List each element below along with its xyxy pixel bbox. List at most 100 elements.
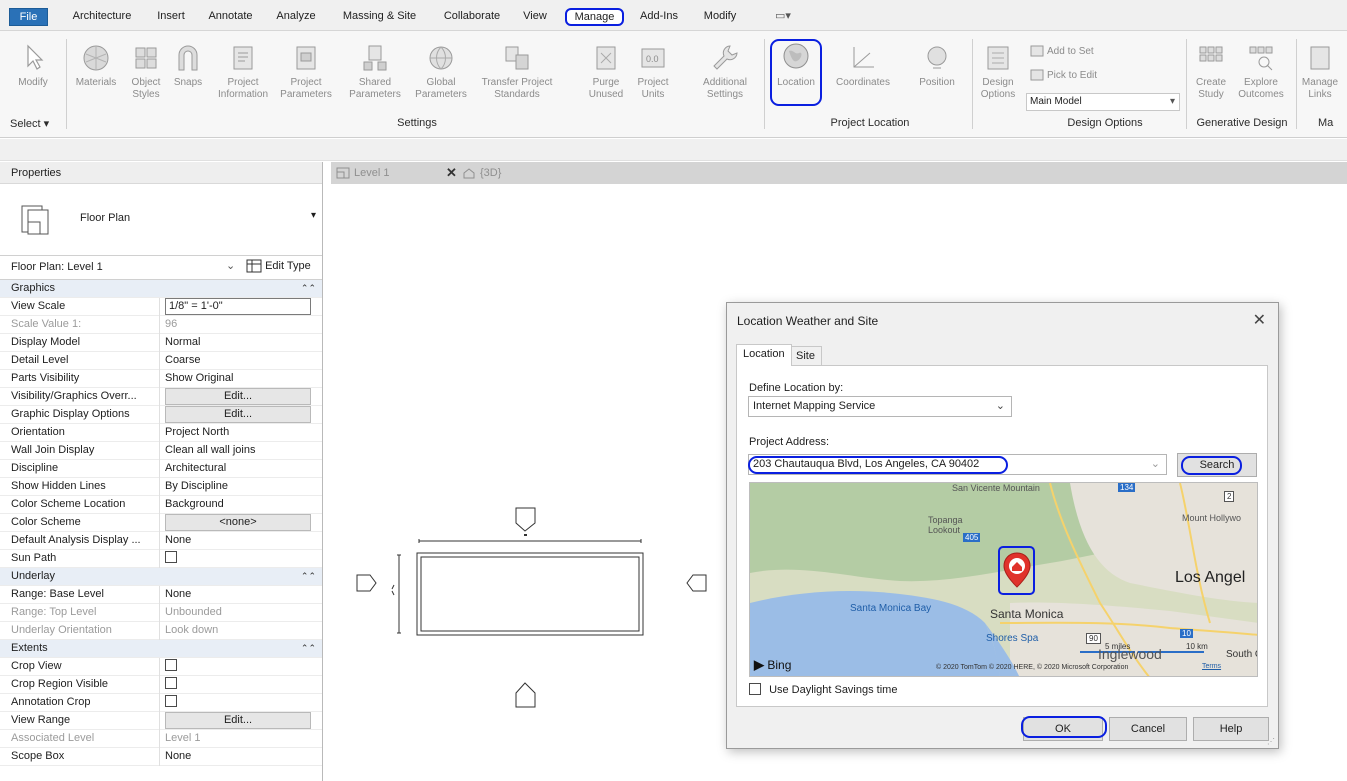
project-parameters-button[interactable]: Project Parameters [278,43,334,101]
tab-location[interactable]: Location [736,344,792,366]
property-row-range-top-level[interactable]: Range: Top Level Unbounded [0,604,322,622]
tab-3d[interactable]: {3D} [462,162,542,184]
collapse-chevron-icon[interactable]: ⌃⌃ [301,568,316,585]
category-extents[interactable]: Extents ⌃⌃ [0,640,322,658]
property-value[interactable]: By Discipline [165,478,311,495]
instance-dropdown-chevron-icon[interactable]: ⌄ [226,259,235,272]
tab-collaborate[interactable]: Collaborate [437,8,507,26]
tab-view[interactable]: View [518,8,552,26]
property-row-underlay-orientation[interactable]: Underlay Orientation Look down [0,622,322,640]
tab-manage[interactable]: Manage [565,8,624,26]
collapse-chevron-icon[interactable]: ⌃⌃ [301,280,316,297]
property-checkbox[interactable] [165,676,311,693]
explore-outcomes-button[interactable]: Explore Outcomes [1236,43,1286,101]
object-styles-button[interactable]: Object Styles [126,43,166,101]
position-button[interactable]: Position [908,43,966,89]
main-model-dropdown[interactable]: Main Model ▾ [1026,93,1180,111]
modify-button[interactable]: Modify [14,43,52,89]
property-row-scope-box[interactable]: Scope Box None [0,748,322,766]
property-row-display-model[interactable]: Display Model Normal [0,334,322,352]
coordinates-button[interactable]: Coordinates [828,43,898,89]
property-row-discipline[interactable]: Discipline Architectural [0,460,322,478]
tab-add-ins[interactable]: Add-Ins [634,8,684,26]
add-to-set-button[interactable]: Add to Set [1030,45,1094,59]
create-study-button[interactable]: Create Study [1190,43,1232,101]
tab-file[interactable]: File [9,8,48,26]
property-row-orientation[interactable]: Orientation Project North [0,424,322,442]
elevation-marker-east[interactable] [686,574,707,592]
purge-unused-button[interactable]: Purge Unused [584,43,628,101]
close-tab-icon[interactable]: ✕ [446,162,457,184]
property-row-visibility-graphics-overr[interactable]: Visibility/Graphics Overr... Edit... [0,388,322,406]
wall-outline-outer[interactable] [416,552,644,636]
property-checkbox[interactable] [165,694,311,711]
cancel-button[interactable]: Cancel [1109,717,1187,741]
property-row-associated-level[interactable]: Associated Level Level 1 [0,730,322,748]
property-row-wall-join-display[interactable]: Wall Join Display Clean all wall joins [0,442,322,460]
elevation-marker-south[interactable] [515,682,536,708]
property-row-range-base-level[interactable]: Range: Base Level None [0,586,322,604]
shared-parameters-button[interactable]: Shared Parameters [344,43,406,101]
edit-button[interactable]: Edit... [165,712,311,729]
wall-outline-inner[interactable] [420,556,640,632]
design-options-button[interactable]: Design Options [976,43,1020,101]
property-value[interactable]: None [165,532,311,549]
tab-modify[interactable]: Modify [696,8,744,26]
property-input[interactable]: 1/8" = 1'-0" [165,298,311,315]
resize-grip-icon[interactable]: ⋰ [1267,737,1275,746]
edit-button[interactable]: Edit... [165,388,311,405]
property-value[interactable]: Coarse [165,352,311,369]
property-row-parts-visibility[interactable]: Parts Visibility Show Original [0,370,322,388]
global-parameters-button[interactable]: Global Parameters [410,43,472,101]
tab-contextual-toggle[interactable]: ▭▾ [770,8,796,26]
property-row-show-hidden-lines[interactable]: Show Hidden Lines By Discipline [0,478,322,496]
property-value[interactable]: Show Original [165,370,311,387]
elevation-marker-north[interactable] [515,507,536,532]
property-value[interactable]: Clean all wall joins [165,442,311,459]
property-value[interactable]: None [165,586,311,603]
property-checkbox[interactable] [165,550,311,567]
property-value[interactable]: Normal [165,334,311,351]
tab-massing-site[interactable]: Massing & Site [334,8,425,26]
pick-to-edit-button[interactable]: Pick to Edit [1030,69,1097,83]
additional-settings-button[interactable]: Additional Settings [690,43,760,101]
property-value[interactable]: Project North [165,424,311,441]
map-view[interactable]: San Vicente Mountain Topanga Lookout Los… [749,482,1258,677]
property-row-color-scheme[interactable]: Color Scheme <none> [0,514,322,532]
edit-button[interactable]: Edit... [165,406,311,423]
type-selector[interactable]: Floor Plan ▾ [0,184,322,256]
elevation-marker-west[interactable] [356,574,377,592]
close-icon[interactable]: ✕ [1253,310,1266,330]
tab-insert[interactable]: Insert [152,8,190,26]
drawing-canvas[interactable] [331,185,726,781]
property-checkbox[interactable] [165,658,311,675]
daylight-savings-checkbox[interactable]: Use Daylight Savings time [749,683,897,696]
help-button[interactable]: Help [1193,717,1269,741]
property-row-sun-path[interactable]: Sun Path [0,550,322,568]
property-value[interactable]: Background [165,496,311,513]
materials-button[interactable]: Materials [72,43,120,89]
define-location-select[interactable]: Internet Mapping Service ⌄ [748,396,1012,417]
tab-analyze[interactable]: Analyze [270,8,322,26]
property-value[interactable]: None [165,748,311,765]
property-row-crop-region-visible[interactable]: Crop Region Visible [0,676,322,694]
property-row-detail-level[interactable]: Detail Level Coarse [0,352,322,370]
property-row-scale-value-1[interactable]: Scale Value 1: 96 [0,316,322,334]
category-underlay[interactable]: Underlay ⌃⌃ [0,568,322,586]
property-row-graphic-display-options[interactable]: Graphic Display Options Edit... [0,406,322,424]
property-row-annotation-crop[interactable]: Annotation Crop [0,694,322,712]
collapse-chevron-icon[interactable]: ⌃⌃ [301,640,316,657]
manage-links-button[interactable]: Manage Links [1300,43,1340,101]
edit-type-button[interactable]: Edit Type [246,258,311,277]
property-row-default-analysis-display[interactable]: Default Analysis Display ... None [0,532,322,550]
property-row-crop-view[interactable]: Crop View [0,658,322,676]
property-row-color-scheme-location[interactable]: Color Scheme Location Background [0,496,322,514]
property-value[interactable]: Architectural [165,460,311,477]
snaps-button[interactable]: Snaps [169,43,207,89]
project-information-button[interactable]: Project Information [212,43,274,101]
select-dropdown[interactable]: Select ▾ [10,117,56,130]
tab-architecture[interactable]: Architecture [64,8,140,26]
tab-annotate[interactable]: Annotate [202,8,259,26]
tab-level-1[interactable]: Level 1 [336,162,446,184]
edit-button[interactable]: <none> [165,514,311,531]
